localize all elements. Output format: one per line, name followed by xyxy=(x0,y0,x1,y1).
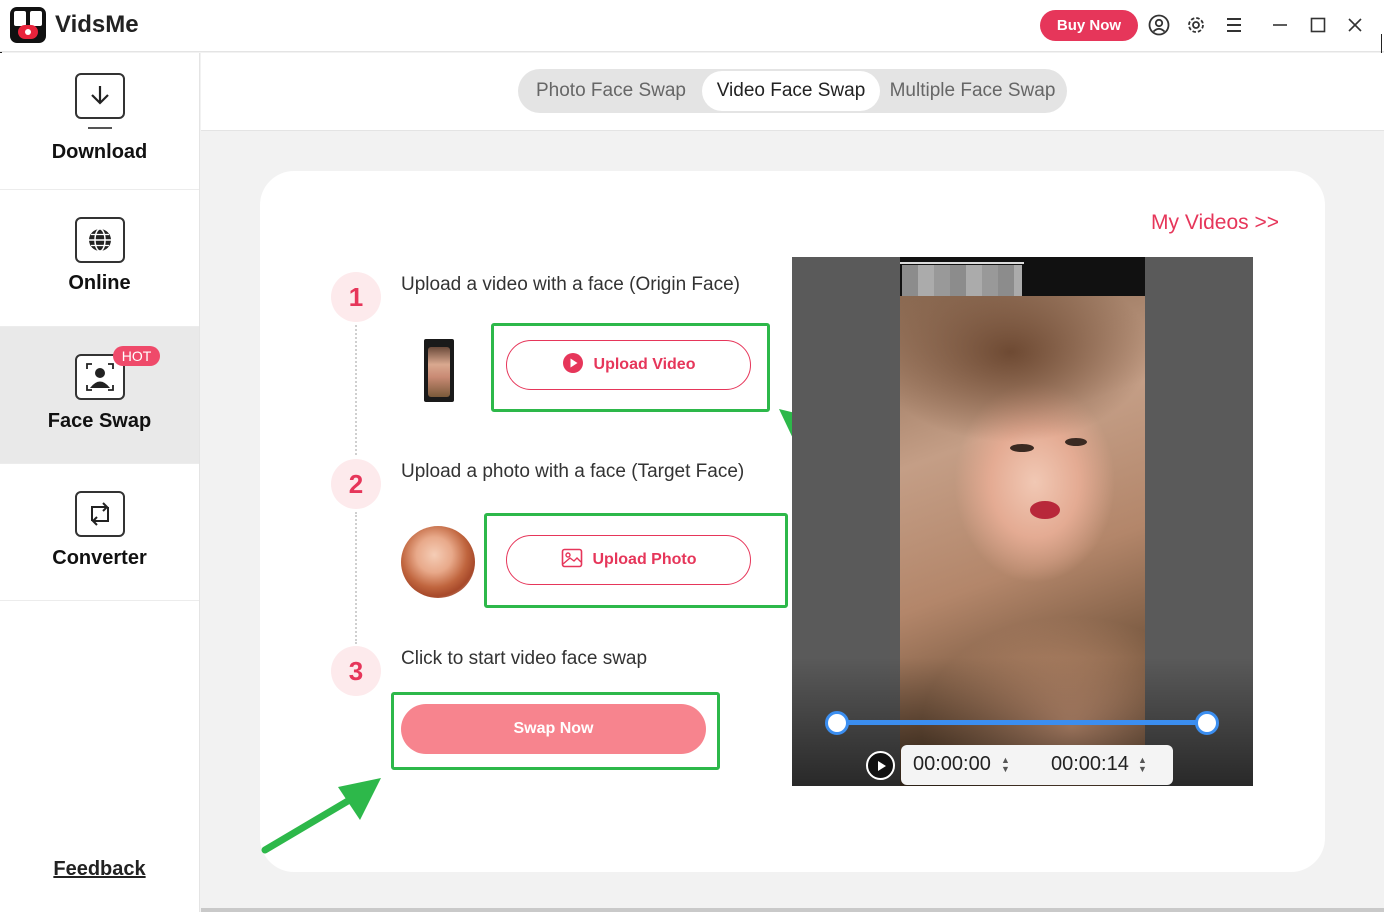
video-preview[interactable]: 00:00:00 ▲ ▼ 00:00:14 ▲ ▼ xyxy=(792,257,1253,786)
trim-range-track[interactable] xyxy=(836,720,1208,725)
end-time-input[interactable]: 00:00:14 xyxy=(1051,753,1129,776)
bottom-strip xyxy=(201,908,1384,912)
time-range-box: 00:00:00 ▲ ▼ 00:00:14 ▲ ▼ xyxy=(901,745,1173,785)
end-time-stepper-icon[interactable]: ▲ ▼ xyxy=(1138,756,1147,774)
start-time-input[interactable]: 00:00:00 xyxy=(913,753,991,776)
green-arrow-icon xyxy=(261,778,381,854)
play-icon[interactable] xyxy=(866,751,895,780)
start-time-stepper-icon[interactable]: ▲ ▼ xyxy=(1001,756,1010,774)
trim-start-handle[interactable] xyxy=(825,711,849,735)
trim-end-handle[interactable] xyxy=(1195,711,1219,735)
